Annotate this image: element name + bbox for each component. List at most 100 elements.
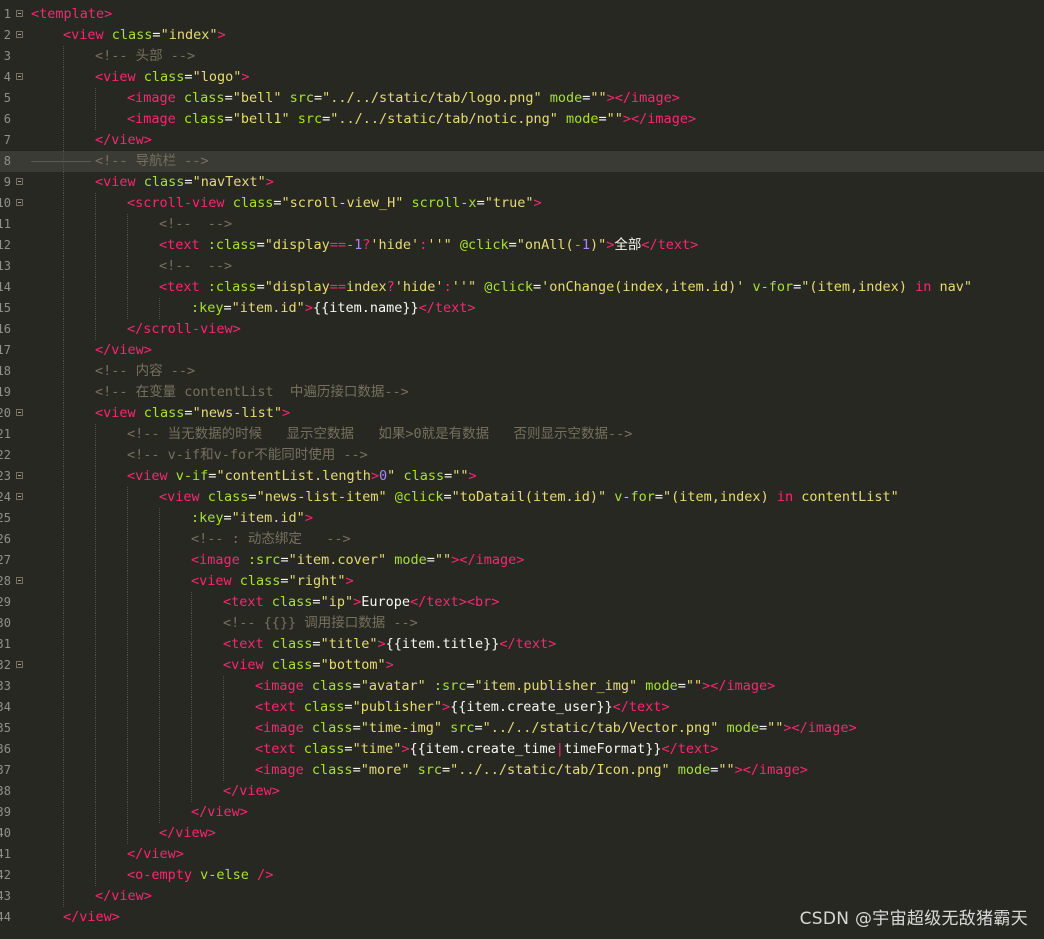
code-line[interactable]: 30 <!-- {{}} 调用接口数据 --> [0, 613, 1044, 634]
code-line[interactable]: 7 </view> [0, 130, 1044, 151]
fold-toggle-icon[interactable] [16, 199, 23, 206]
code-line[interactable]: 13 <!-- --> [0, 256, 1044, 277]
code-line[interactable]: 11 <!-- --> [0, 214, 1044, 235]
code-token: = [312, 636, 321, 652]
indent-guide [63, 823, 64, 844]
code-token: = [352, 762, 361, 778]
code-line[interactable]: 33 <image class="avatar" :src="item.publi… [0, 676, 1044, 697]
indent-guide [127, 550, 128, 571]
code-text: </view> [95, 130, 152, 151]
indent-guide [127, 781, 128, 802]
line-number: 43 [0, 889, 11, 903]
code-line[interactable]: 15:key="item.id">{{item.name}}</text> [0, 298, 1044, 319]
code-line[interactable]: 36 <text class="time">{{item.create_time|… [0, 739, 1044, 760]
code-line[interactable]: 4 <view class="logo"> [0, 67, 1044, 88]
code-line[interactable]: 8 <!-- 导航栏 --> [0, 151, 1044, 172]
code-token: <text [223, 636, 264, 652]
code-text: <image class="time-img" src="../../stati… [255, 718, 857, 739]
code-line[interactable]: 29 <text class="ip">Europe</text><br> [0, 592, 1044, 613]
code-line[interactable]: 6 <image class="bell1" src="../../static/… [0, 109, 1044, 130]
code-line[interactable]: 28 <view class="right"> [0, 571, 1044, 592]
code-token: > [281, 405, 291, 421]
code-token: <view [95, 174, 136, 190]
fold-toggle-icon[interactable] [16, 10, 23, 17]
code-token: > [377, 636, 386, 652]
line-number: 1 [3, 7, 11, 21]
code-line[interactable]: 38 </view> [0, 781, 1044, 802]
code-token: "" [434, 552, 452, 568]
code-line[interactable]: 39 </view> [0, 802, 1044, 823]
code-token: ></image> [734, 762, 808, 778]
code-text: </scroll-view> [127, 319, 241, 340]
code-text: <text :class="display==-1?'hide':''" @cl… [159, 235, 698, 256]
code-text: <!-- v-if和v-for不能同时使用 --> [127, 445, 368, 466]
code-line[interactable]: 32 <view class="bottom"> [0, 655, 1044, 676]
code-line[interactable]: 25:key="item.id"> [0, 508, 1044, 529]
code-token: </text> [499, 636, 557, 652]
code-line[interactable]: 40 </view> [0, 823, 1044, 844]
fold-toggle-icon[interactable] [16, 472, 23, 479]
code-line[interactable]: 27 <image :src="item.cover" mode=""></ima… [0, 550, 1044, 571]
code-token: <image [127, 111, 176, 127]
code-line[interactable]: 2 <view class="index"> [0, 25, 1044, 46]
indent-guide [63, 403, 64, 424]
code-line[interactable]: 34 <text class="publisher">{{item.create_… [0, 697, 1044, 718]
code-token: "time" [352, 741, 402, 757]
code-line[interactable]: 20 <view class="news-list"> [0, 403, 1044, 424]
code-line[interactable]: 26 <!-- : 动态绑定 --> [0, 529, 1044, 550]
fold-toggle-icon[interactable] [16, 31, 23, 38]
code-token: "display [264, 279, 330, 295]
indent-guide [127, 613, 128, 634]
code-line[interactable]: 12 <text :class="display==-1?'hide':''" @… [0, 235, 1044, 256]
line-number: 38 [0, 784, 11, 798]
code-line[interactable]: 31 <text class="title">{{item.title}}</te… [0, 634, 1044, 655]
code-token: "" [767, 720, 784, 736]
code-token: class [271, 636, 313, 652]
code-editor[interactable]: 1 <template> 2 <view class="index"> 3 <!-- 头部… [0, 4, 1044, 939]
code-line[interactable]: 24 <view class="news-list-item" @click="t… [0, 487, 1044, 508]
fold-toggle-icon[interactable] [16, 409, 23, 416]
code-line[interactable]: 14 <text :class="display==index?'hide':''… [0, 277, 1044, 298]
code-line[interactable]: 42 <o-empty v-else /> [0, 865, 1044, 886]
code-line[interactable]: 9 <view class="navText"> [0, 172, 1044, 193]
code-token: /> [257, 867, 274, 883]
code-line[interactable]: 35 <image class="time-img" src="../../sta… [0, 718, 1044, 739]
fold-toggle-icon[interactable] [16, 661, 23, 668]
code-line[interactable]: 16 </scroll-view> [0, 319, 1044, 340]
code-line[interactable]: 22 <!-- v-if和v-for不能同时使用 --> [0, 445, 1044, 466]
indent-guide [159, 571, 160, 592]
indent-guide [63, 424, 64, 445]
code-line[interactable]: 5 <image class="bell" src="../../static/t… [0, 88, 1044, 109]
code-line[interactable]: 21 <!-- 当无数据的时候 显示空数据 如果>0就是有数据 否则显示空数据--… [0, 424, 1044, 445]
code-token: {{item.create_time [409, 741, 556, 757]
csdn-watermark: CSDN @宇宙超级无敌猪霸天 [799, 909, 1028, 929]
fold-toggle-icon[interactable] [16, 73, 23, 80]
code-line[interactable]: 23 <view v-if="contentList.length>0" clas… [0, 466, 1044, 487]
indent-guide [127, 529, 128, 550]
code-token: -1 [573, 237, 590, 253]
indent-guide [191, 781, 192, 802]
fold-toggle-icon[interactable] [16, 577, 23, 584]
code-line[interactable]: 1 <template> [0, 4, 1044, 25]
code-line[interactable]: 19 <!-- 在变量 contentList 中遍历接口数据--> [0, 382, 1044, 403]
code-line[interactable]: 41 </view> [0, 844, 1044, 865]
code-token: "item.cover" [288, 552, 387, 568]
code-text: <text :class="display==index?'hide':''" … [159, 277, 972, 298]
code-line[interactable]: 17 </view> [0, 340, 1044, 361]
code-line[interactable]: 37 <image class="more" src="../../static/… [0, 760, 1044, 781]
code-line[interactable]: 18 <!-- 内容 --> [0, 361, 1044, 382]
code-token: in [915, 279, 932, 295]
code-text: <!-- --> [159, 256, 232, 277]
code-line[interactable]: 10 <scroll-view class = "scroll-view_H" scr… [0, 193, 1044, 214]
code-token: "contentList.length [216, 468, 371, 484]
code-line[interactable]: 3 <!-- 头部 --> [0, 46, 1044, 67]
indent-guide [63, 550, 64, 571]
fold-toggle-icon[interactable] [16, 178, 23, 185]
code-token: index [346, 279, 387, 295]
indent-guide [223, 718, 224, 739]
fold-toggle-icon[interactable] [16, 493, 23, 500]
